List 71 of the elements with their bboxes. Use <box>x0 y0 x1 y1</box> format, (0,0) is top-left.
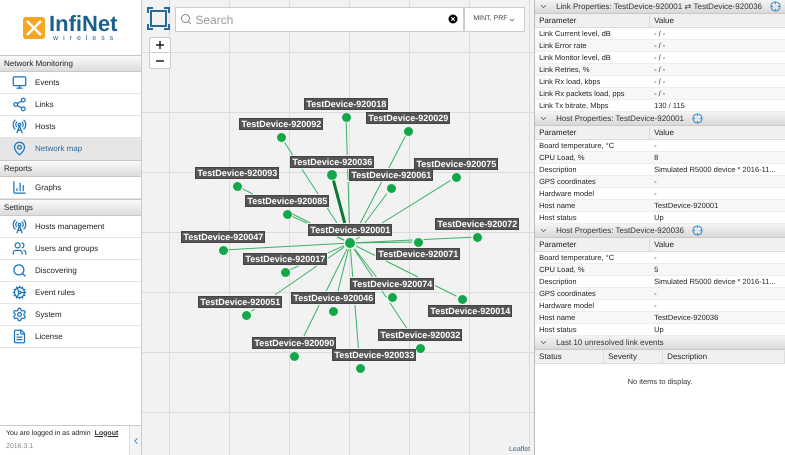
zoom-in-button[interactable] <box>150 38 170 53</box>
section-title: Last 10 unresolved link events <box>556 336 664 348</box>
column-header: Parameter <box>535 238 650 250</box>
plus-icon <box>156 41 164 49</box>
node-label[interactable]: TestDevice-920017 <box>243 253 328 265</box>
section-title: Host Properties: TestDevice-920001 <box>556 112 684 124</box>
node-label[interactable]: TestDevice-920071 <box>376 248 460 260</box>
node-label[interactable]: TestDevice-920090 <box>252 337 336 349</box>
document-icon <box>12 329 27 344</box>
node-label[interactable]: TestDevice-920051 <box>198 296 282 308</box>
node-label[interactable]: TestDevice-920085 <box>245 195 330 207</box>
column-header: Description <box>663 350 785 362</box>
column-header: Severity <box>604 350 664 362</box>
magnifier-icon <box>12 263 27 278</box>
sidebar-section-header: Reports <box>0 160 142 177</box>
map-canvas[interactable] <box>142 0 534 455</box>
column-header: Value <box>653 14 674 26</box>
chevron-down-icon <box>539 114 548 123</box>
search-field[interactable]: Search <box>175 7 464 32</box>
column-header: Value <box>653 238 674 250</box>
node-label[interactable]: TestDevice-920032 <box>378 329 462 341</box>
node-label[interactable]: TestDevice-920014 <box>428 305 512 317</box>
gear-icon <box>12 307 27 322</box>
node-label[interactable]: TestDevice-920029 <box>366 112 450 124</box>
sidebar-item[interactable]: Network map <box>0 138 142 160</box>
bar-chart-icon <box>12 180 27 195</box>
target-icon[interactable] <box>692 225 703 236</box>
collapse-sidebar-button[interactable] <box>129 426 142 455</box>
column-header: Status <box>535 350 604 362</box>
map-pin-icon <box>12 141 27 156</box>
network-icon <box>12 97 27 112</box>
antenna-tower-icon <box>12 119 27 134</box>
node-label[interactable]: TestDevice-920047 <box>181 231 266 243</box>
link-line[interactable] <box>332 180 346 224</box>
sidebar-section-header: Network Monitoring <box>0 55 142 72</box>
search-icon <box>180 13 192 25</box>
section-header[interactable]: Host Properties: TestDevice-920001 <box>535 112 785 126</box>
sidebar-section-header: Settings <box>0 199 142 216</box>
minus-icon <box>156 60 164 62</box>
node-label[interactable]: TestDevice-920092 <box>239 118 324 130</box>
column-header: Value <box>653 126 674 138</box>
target-icon[interactable] <box>692 113 703 124</box>
users-icon <box>12 241 27 256</box>
node-label[interactable]: TestDevice-920061 <box>349 169 434 181</box>
section-header[interactable]: Link Properties: TestDevice-920001 ⇄ TestDevice-920036 <box>535 0 785 14</box>
logo-name: InfiNet <box>49 13 118 35</box>
section-header[interactable]: Host Properties: TestDevice-920036 <box>535 224 785 238</box>
target-icon[interactable] <box>770 1 781 12</box>
column-header: Parameter <box>535 126 650 138</box>
column-header: Parameter <box>535 14 650 26</box>
node-label[interactable]: TestDevice-920036 <box>290 156 374 168</box>
chevron-down-icon <box>539 338 548 347</box>
node-label[interactable]: TestDevice-920033 <box>332 349 416 361</box>
chevron-down-icon <box>539 2 548 11</box>
section-title: Host Properties: TestDevice-920036 <box>556 224 684 236</box>
logo-icon <box>23 16 46 38</box>
node-label[interactable]: TestDevice-920001 <box>308 224 392 236</box>
monitor-icon <box>12 75 27 90</box>
fullscreen-icon[interactable] <box>147 7 170 30</box>
section-header[interactable]: Last 10 unresolved link events <box>535 336 785 350</box>
gear-icon <box>12 285 27 300</box>
link-line[interactable] <box>354 248 378 278</box>
node-label[interactable]: TestDevice-920046 <box>291 292 376 304</box>
antenna-tower-icon <box>12 219 27 234</box>
chevron-down-icon <box>539 226 548 235</box>
node-label[interactable]: TestDevice-920074 <box>350 278 434 290</box>
node-label[interactable]: TestDevice-920093 <box>195 167 280 179</box>
node-label[interactable]: TestDevice-920072 <box>435 218 520 230</box>
node-label[interactable]: TestDevice-920018 <box>304 98 388 110</box>
section-title: Link Properties: TestDevice-920001 ⇄ TestDevice-920036 <box>556 0 762 12</box>
node-label[interactable]: TestDevice-920075 <box>414 158 498 170</box>
